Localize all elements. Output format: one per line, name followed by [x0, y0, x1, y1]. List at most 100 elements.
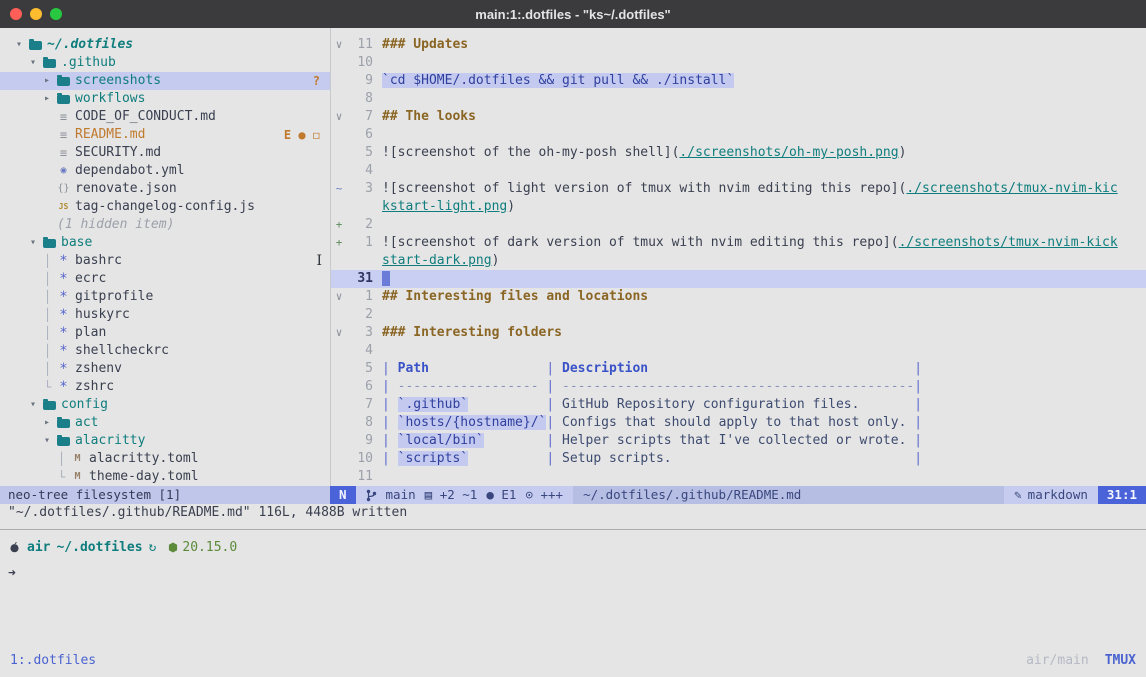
editor-line[interactable]: 5![screenshot of the oh-my-posh shell](.… — [331, 144, 1146, 162]
expander-icon[interactable]: ▸ — [44, 72, 57, 90]
tree-item-label: zshenv — [75, 360, 122, 378]
tree-item-config[interactable]: ▾config — [0, 396, 330, 414]
expander-icon[interactable]: ▸ — [44, 90, 57, 108]
tree-item-act[interactable]: ▸ act — [0, 414, 330, 432]
editor-line[interactable]: 6 — [331, 126, 1146, 144]
editor-line[interactable]: +1![screenshot of dark version of tmux w… — [331, 234, 1146, 252]
editor-line[interactable]: 8 — [331, 90, 1146, 108]
editor-line[interactable]: 9| `local/bin` | Helper scripts that I'v… — [331, 432, 1146, 450]
editor-line[interactable]: ~3![screenshot of light version of tmux … — [331, 180, 1146, 198]
toml-file-icon: M — [71, 468, 84, 486]
indent-guide: │ — [44, 270, 57, 288]
tree-item-huskyrc[interactable]: │*huskyrc — [0, 306, 330, 324]
tmux-session-name: air/main — [1026, 651, 1089, 671]
tree-item-zshrc[interactable]: └*zshrc — [0, 378, 330, 396]
tmux-pane-divider[interactable] — [0, 529, 1146, 530]
star-file-icon: * — [57, 306, 70, 324]
window-titlebar[interactable]: main:1:.dotfiles - "ks~/.dotfiles" — [0, 0, 1146, 28]
editor-line[interactable]: 11 — [331, 468, 1146, 486]
line-number: 10 — [347, 450, 373, 468]
tree-item-label: act — [75, 414, 98, 432]
editor-line[interactable]: 4 — [331, 342, 1146, 360]
editor-line[interactable]: 2 — [331, 306, 1146, 324]
editor-line[interactable]: 7| `.github` | GitHub Repository configu… — [331, 396, 1146, 414]
editor-line[interactable]: 10| `scripts` | Setup scripts. | — [331, 450, 1146, 468]
filetype-indicator: ✎ markdown — [1004, 486, 1098, 504]
editor-cursor-line[interactable]: 31 — [331, 270, 1146, 288]
command-message-line: "~/.dotfiles/.github/README.md" 116L, 44… — [0, 504, 407, 522]
line-number: 1 — [347, 288, 373, 306]
editor-line[interactable]: 6| ------------------ | ----------------… — [331, 378, 1146, 396]
editor-line[interactable]: ∨1## Interesting files and locations — [331, 288, 1146, 306]
tree-item-plan[interactable]: │*plan — [0, 324, 330, 342]
expander-icon[interactable]: ▾ — [30, 396, 43, 414]
shell-pane[interactable]: air ~/.dotfiles ↻ 20.15.0 ➜ — [8, 536, 1146, 581]
expander-icon[interactable]: ▾ — [16, 36, 29, 54]
line-number: 2 — [347, 306, 373, 324]
tree-item-dependabot-yml[interactable]: ◉dependabot.yml — [0, 162, 330, 180]
line-text: ![screenshot of light version of tmux wi… — [382, 180, 1118, 198]
tree-item-code-of-conduct-md[interactable]: ≡CODE_OF_CONDUCT.md — [0, 108, 330, 126]
editor-line[interactable]: 5| Path | Description | — [331, 360, 1146, 378]
tree-item-1-hidden-item[interactable]: (1 hidden item) — [0, 216, 330, 234]
tree-item-label: base — [61, 234, 92, 252]
prompt-input-line[interactable]: ➜ — [8, 566, 1146, 581]
git-status-badge: E ● ◻ — [284, 126, 320, 144]
prompt-user: air — [27, 540, 50, 555]
expander-icon[interactable]: ▾ — [30, 54, 43, 72]
editor-line[interactable]: +2 — [331, 216, 1146, 234]
tree-item-shellcheckrc[interactable]: │*shellcheckrc — [0, 342, 330, 360]
tree-item-base[interactable]: ▾ base — [0, 234, 330, 252]
editor-pane[interactable]: ∨11### Updates109`cd $HOME/.dotfiles && … — [330, 28, 1146, 486]
editor-line[interactable]: ∨11### Updates — [331, 36, 1146, 54]
tree-item-alacritty-toml[interactable]: │Malacritty.toml — [0, 450, 330, 468]
tree-item-security-md[interactable]: ≡SECURITY.md — [0, 144, 330, 162]
line-number: 6 — [347, 378, 373, 396]
line-text: ![screenshot of the oh-my-posh shell](./… — [382, 144, 906, 162]
editor-line[interactable]: 10 — [331, 54, 1146, 72]
gutter — [331, 450, 347, 468]
gutter — [331, 72, 347, 90]
tree-item-bashrc[interactable]: │*bashrcI — [0, 252, 330, 270]
close-button[interactable] — [10, 8, 22, 20]
tmux-status-right: air/main TMUX — [1026, 651, 1136, 671]
line-text: `cd $HOME/.dotfiles && git pull && ./ins… — [382, 72, 734, 90]
tmux-window-item[interactable]: 1:.dotfiles — [10, 651, 96, 671]
zoom-button[interactable] — [50, 8, 62, 20]
tree-item-theme-day-toml[interactable]: └Mtheme-day.toml — [0, 468, 330, 486]
minimize-button[interactable] — [30, 8, 42, 20]
tree-item-zshenv[interactable]: │*zshenv — [0, 360, 330, 378]
editor-line[interactable]: start-dark.png) — [331, 252, 1146, 270]
tree-item-label: theme-day.toml — [89, 468, 199, 486]
editor-line[interactable]: 9`cd $HOME/.dotfiles && git pull && ./in… — [331, 72, 1146, 90]
tmux-label: TMUX — [1105, 651, 1136, 671]
line-number: 4 — [347, 342, 373, 360]
tree-item-dotfiles[interactable]: ▾~/.dotfiles — [0, 36, 330, 54]
tree-item-label: huskyrc — [75, 306, 130, 324]
line-text: | `.github` | GitHub Repository configur… — [382, 396, 922, 414]
tree-item-tag-changelog-config-js[interactable]: JStag-changelog-config.js — [0, 198, 330, 216]
tree-item-workflows[interactable]: ▸workflows — [0, 90, 330, 108]
editor-line[interactable]: 4 — [331, 162, 1146, 180]
editor-line[interactable]: 8| `hosts/{hostname}/`| Configs that sho… — [331, 414, 1146, 432]
editor-line[interactable]: ∨7## The looks — [331, 108, 1146, 126]
file-path: ~/.dotfiles/.github/README.md — [573, 486, 1004, 504]
tree-item-renovate-json[interactable]: {}renovate.json — [0, 180, 330, 198]
doc-file-icon: ≡ — [57, 108, 70, 126]
folder-icon — [43, 239, 56, 248]
tree-item-alacritty[interactable]: ▾alacritty — [0, 432, 330, 450]
tree-item-ecrc[interactable]: │*ecrc — [0, 270, 330, 288]
expander-icon[interactable]: ▾ — [44, 432, 57, 450]
editor-line[interactable]: ∨3### Interesting folders — [331, 324, 1146, 342]
folder-icon — [57, 95, 70, 104]
editor-line[interactable]: kstart-light.png) — [331, 198, 1146, 216]
tree-item-github[interactable]: ▾.github — [0, 54, 330, 72]
tree-item-screenshots[interactable]: ▸screenshots? — [0, 72, 330, 90]
expander-icon[interactable]: ▾ — [30, 234, 43, 252]
tree-item-readme-md[interactable]: ≡README.mdE ● ◻ — [0, 126, 330, 144]
expander-icon[interactable]: ▸ — [44, 414, 57, 432]
line-text: ### Interesting folders — [382, 324, 562, 342]
tree-item-gitprofile[interactable]: │*gitprofile — [0, 288, 330, 306]
node-version: 20.15.0 — [182, 540, 237, 555]
line-number: 5 — [347, 360, 373, 378]
